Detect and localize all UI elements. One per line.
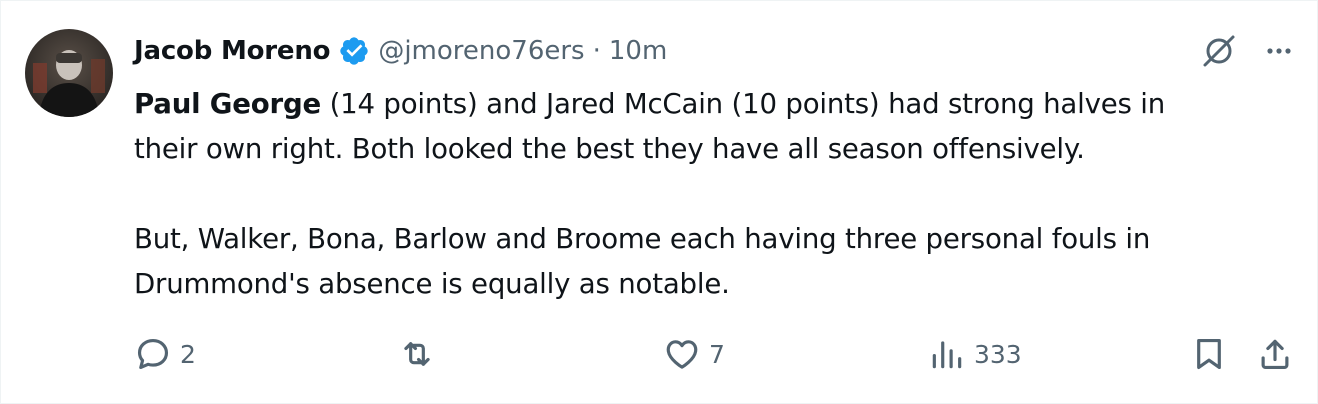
tweet-header: Jacob Moreno @jmoreno76ers · 10m (134, 31, 667, 71)
repost-icon (404, 342, 430, 366)
top-actions (1197, 29, 1295, 73)
views-button[interactable]: 333 (928, 331, 1022, 377)
author-display-name[interactable]: Jacob Moreno (134, 36, 331, 66)
like-count: 7 (709, 339, 725, 369)
share-button[interactable] (1256, 331, 1294, 377)
avatar[interactable] (25, 29, 113, 117)
tweet-line-1: Paul George (14 points) and Jared McCain… (134, 81, 1294, 126)
avatar-image (25, 29, 113, 117)
views-count: 333 (974, 339, 1022, 369)
tweet-text: Paul George (14 points) and Jared McCain… (134, 81, 1294, 306)
share-icon (1261, 339, 1289, 370)
tweet-line-2: their own right. Both looked the best th… (134, 132, 1085, 165)
bookmark-button[interactable] (1190, 331, 1228, 377)
views-icon (932, 341, 962, 369)
tweet-card[interactable]: Jacob Moreno @jmoreno76ers · 10m Paul Ge… (0, 0, 1318, 404)
author-handle[interactable]: @jmoreno76ers (378, 36, 584, 66)
tweet-line-3: But, Walker, Bona, Barlow and Broome eac… (134, 222, 1151, 255)
repost-button[interactable] (398, 331, 444, 377)
reply-button[interactable]: 2 (134, 331, 196, 377)
post-time[interactable]: 10m (609, 36, 667, 66)
tweet-bold-lead[interactable]: Paul George (134, 87, 321, 120)
separator-dot: · (592, 36, 601, 66)
like-icon (666, 340, 698, 369)
tweet-line-4: Drummond's absence is equally as notable… (134, 267, 730, 300)
grok-icon[interactable] (1197, 29, 1241, 73)
reply-count: 2 (180, 339, 196, 369)
more-icon[interactable] (1263, 35, 1295, 67)
reply-icon (137, 338, 169, 370)
like-button[interactable]: 7 (663, 331, 725, 377)
tweet-line-1-rest: (14 points) and Jared McCain (10 points)… (321, 87, 1166, 120)
verified-badge-icon[interactable] (338, 35, 370, 67)
bookmark-icon (1197, 338, 1221, 370)
action-bar: 2 7 333 (134, 331, 1298, 377)
